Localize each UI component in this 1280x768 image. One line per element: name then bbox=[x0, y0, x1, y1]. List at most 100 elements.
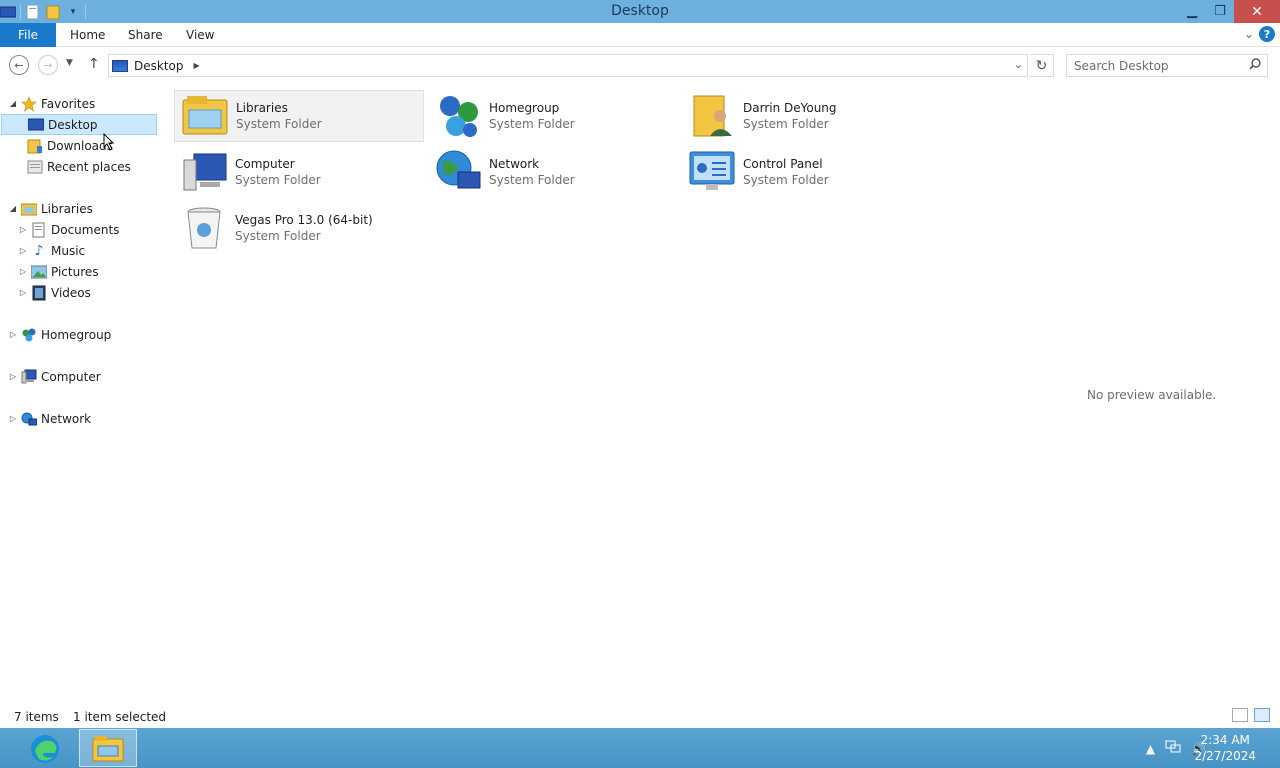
collapsed-arrow-icon[interactable]: ▷ bbox=[8, 414, 18, 423]
tab-home[interactable]: Home bbox=[70, 28, 105, 42]
file-tab[interactable]: File bbox=[0, 23, 56, 47]
tree-network[interactable]: ▷ Network bbox=[8, 408, 91, 429]
tree-item-recent-places[interactable]: Recent places bbox=[24, 156, 131, 177]
tree-item-videos[interactable]: ▷ Videos bbox=[18, 282, 91, 303]
file-list: Libraries System Folder Homegroup System… bbox=[170, 88, 1070, 708]
help-icon[interactable]: ? bbox=[1259, 26, 1275, 42]
tree-homegroup[interactable]: ▷ Homegroup bbox=[8, 324, 111, 345]
computer-icon bbox=[21, 369, 37, 385]
view-switcher bbox=[1232, 708, 1270, 722]
network-status-icon[interactable] bbox=[1165, 740, 1181, 757]
item-vegas-pro[interactable]: Vegas Pro 13.0 (64-bit) System Folder bbox=[174, 202, 424, 254]
clock-time: 2:34 AM bbox=[1200, 733, 1250, 747]
tree-favorites[interactable]: ◢ Favorites bbox=[8, 93, 95, 114]
tree-libraries[interactable]: ◢ Libraries bbox=[8, 198, 93, 219]
search-icon bbox=[1249, 58, 1261, 73]
tree-label: Homegroup bbox=[41, 327, 112, 342]
minimize-button[interactable]: ▁ bbox=[1178, 0, 1206, 23]
collapsed-arrow-icon[interactable]: ▷ bbox=[8, 330, 18, 339]
address-bar[interactable]: Desktop ▶ ⌄ bbox=[108, 54, 1028, 77]
collapsed-arrow-icon[interactable]: ▷ bbox=[18, 225, 28, 234]
clock[interactable]: 2:34 AM 2/27/2024 bbox=[1194, 732, 1256, 764]
tree-item-music[interactable]: ▷ ♪ Music bbox=[18, 240, 85, 261]
network-icon bbox=[21, 411, 37, 427]
mouse-cursor-icon bbox=[103, 133, 115, 151]
item-name: Control Panel bbox=[743, 157, 823, 171]
tab-view[interactable]: View bbox=[186, 28, 214, 42]
clock-date: 2/27/2024 bbox=[1194, 749, 1256, 763]
window-title: Desktop bbox=[611, 3, 669, 19]
tree-label: Computer bbox=[41, 369, 101, 384]
tree-item-downloads[interactable]: Downloads bbox=[24, 135, 113, 156]
pictures-icon bbox=[31, 264, 47, 280]
documents-icon bbox=[31, 222, 47, 238]
item-computer[interactable]: Computer System Folder bbox=[174, 146, 424, 198]
homegroup-icon bbox=[21, 327, 37, 343]
tree-label: Music bbox=[51, 243, 86, 258]
music-note-icon: ♪ bbox=[34, 242, 44, 259]
item-control-panel[interactable]: Control Panel System Folder bbox=[682, 146, 932, 198]
item-type: System Folder bbox=[489, 117, 575, 131]
item-name: Libraries bbox=[236, 101, 288, 115]
videos-icon bbox=[31, 285, 47, 301]
collapsed-arrow-icon[interactable]: ▷ bbox=[18, 267, 28, 276]
refresh-button[interactable]: ↻ bbox=[1030, 54, 1054, 77]
breadcrumb-arrow-icon[interactable]: ▶ bbox=[194, 61, 200, 70]
item-type: System Folder bbox=[235, 173, 321, 187]
item-name: Computer bbox=[235, 157, 295, 171]
tree-label: Desktop bbox=[48, 117, 98, 132]
tree-item-desktop[interactable]: Desktop bbox=[1, 114, 157, 135]
breadcrumb-desktop[interactable]: Desktop bbox=[134, 59, 184, 73]
homegroup-icon bbox=[432, 92, 484, 140]
details-view-icon[interactable] bbox=[1232, 708, 1248, 722]
navigation-bar: ← → ▼ ↑ Desktop ▶ ⌄ ↻ bbox=[0, 47, 1280, 82]
item-type: System Folder bbox=[743, 117, 829, 131]
desktop-icon bbox=[112, 59, 128, 72]
downloads-folder-icon bbox=[27, 138, 43, 154]
up-arrow-icon[interactable]: ↑ bbox=[88, 56, 100, 72]
tree-label: Favorites bbox=[41, 96, 96, 111]
expanded-arrow-icon[interactable]: ◢ bbox=[8, 99, 18, 108]
item-network[interactable]: Network System Folder bbox=[428, 146, 678, 198]
status-bar: 7 items 1 item selected bbox=[0, 706, 1280, 728]
item-homegroup[interactable]: Homegroup System Folder bbox=[428, 90, 678, 142]
search-box[interactable] bbox=[1066, 54, 1268, 77]
tree-label: Network bbox=[41, 411, 92, 426]
collapsed-arrow-icon[interactable]: ▷ bbox=[8, 372, 18, 381]
tree-item-pictures[interactable]: ▷ Pictures bbox=[18, 261, 99, 282]
item-name: Vegas Pro 13.0 (64-bit) bbox=[235, 213, 373, 227]
item-type: System Folder bbox=[235, 229, 321, 243]
expand-ribbon-chevron-icon[interactable]: ⌄ bbox=[1244, 27, 1254, 41]
file-explorer-taskbar-icon[interactable] bbox=[79, 729, 137, 767]
close-button[interactable]: ✕ bbox=[1234, 0, 1280, 23]
star-icon bbox=[21, 95, 37, 112]
tree-computer[interactable]: ▷ Computer bbox=[8, 366, 101, 387]
item-darrin-deyoung[interactable]: Darrin DeYoung System Folder bbox=[682, 90, 932, 142]
item-libraries[interactable]: Libraries System Folder bbox=[174, 90, 424, 142]
restore-button[interactable]: ❐ bbox=[1206, 0, 1234, 23]
recent-places-icon bbox=[27, 159, 43, 175]
collapsed-arrow-icon[interactable]: ▷ bbox=[18, 246, 28, 255]
tree-label: Documents bbox=[51, 222, 120, 237]
show-hidden-icons-icon[interactable]: ▲ bbox=[1146, 742, 1155, 756]
preview-pane-message: No preview available. bbox=[1087, 388, 1217, 402]
back-button[interactable]: ← bbox=[9, 55, 29, 75]
recent-locations-chevron-icon[interactable]: ▼ bbox=[66, 58, 73, 68]
large-icons-view-icon[interactable] bbox=[1254, 708, 1270, 722]
window-controls: ▁ ❐ ✕ bbox=[1178, 0, 1280, 23]
item-name: Darrin DeYoung bbox=[743, 101, 837, 115]
item-name: Homegroup bbox=[489, 101, 560, 115]
item-name: Network bbox=[489, 157, 540, 171]
desktop-icon bbox=[28, 117, 44, 133]
collapsed-arrow-icon[interactable]: ▷ bbox=[18, 288, 28, 297]
selection-count: 1 item selected bbox=[73, 710, 167, 724]
expanded-arrow-icon[interactable]: ◢ bbox=[8, 204, 18, 213]
recycle-bin-icon bbox=[178, 204, 230, 252]
tab-share[interactable]: Share bbox=[128, 28, 163, 42]
search-input[interactable] bbox=[1074, 58, 1244, 73]
tree-item-documents[interactable]: ▷ Documents bbox=[18, 219, 119, 240]
address-history-chevron-icon[interactable]: ⌄ bbox=[1014, 58, 1023, 71]
edge-browser-icon[interactable] bbox=[26, 731, 64, 767]
forward-button[interactable]: → bbox=[38, 55, 58, 75]
tree-label: Videos bbox=[51, 285, 91, 300]
